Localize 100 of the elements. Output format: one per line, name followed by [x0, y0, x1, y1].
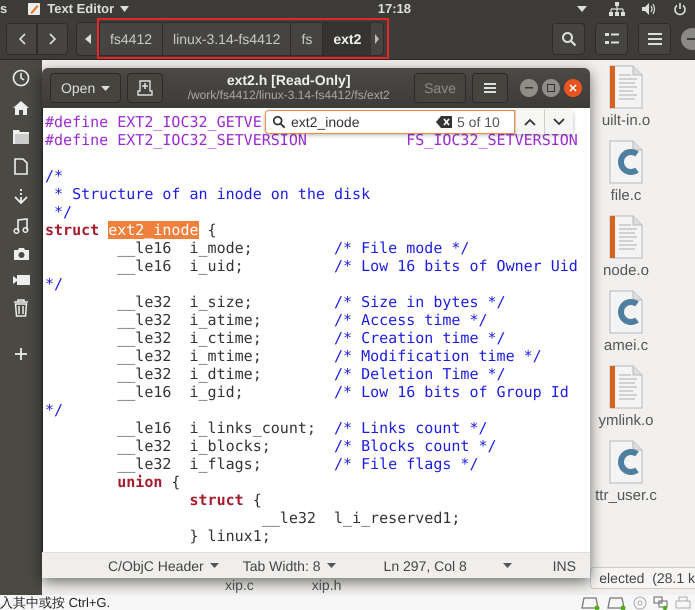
- close-button[interactable]: [564, 79, 582, 97]
- code-line: __le32 i_mtime; /* Modification time */: [116, 347, 542, 365]
- triangle-left-icon: [85, 34, 91, 44]
- menu-icon: [648, 32, 662, 44]
- text-file-icon[interactable]: [609, 65, 643, 109]
- drive-icon[interactable]: [607, 596, 627, 610]
- search-field[interactable]: ext2_inode 5 of 10: [265, 110, 515, 134]
- caret-icon: [502, 563, 512, 568]
- app-menu-label[interactable]: Text Editor: [47, 1, 114, 17]
- menu-button[interactable]: [638, 22, 671, 54]
- code-line: __le16 i_gid; /* Low 16 bits of Group Id: [116, 383, 569, 401]
- plus-icon[interactable]: [15, 348, 27, 360]
- language-dropdown[interactable]: C/ObjC Header: [108, 558, 219, 574]
- window-title: ext2.h [Read-Only]: [226, 73, 351, 88]
- previous-match-button[interactable]: [515, 110, 544, 134]
- network-icon[interactable]: [653, 596, 669, 610]
- code-line: * Structure of an inode on the disk: [53, 185, 370, 203]
- breadcrumb[interactable]: fs4412: [99, 22, 162, 54]
- code-line: */: [45, 401, 64, 419]
- camera-icon[interactable]: [12, 247, 30, 261]
- code-line: union {: [116, 473, 180, 491]
- cursor-position-dropdown[interactable]: Ln 297, Col 8: [384, 558, 512, 574]
- c-source-file-icon[interactable]: [609, 290, 643, 334]
- code-line: __le16 i_links_count; /* Links count */: [116, 419, 488, 437]
- code-line: __le16 i_uid; /* Low 16 bits of Owner Uid: [116, 257, 578, 275]
- maximize-button[interactable]: [542, 79, 560, 97]
- clock-icon[interactable]: [12, 69, 30, 87]
- code-line: __le32 i_flags; /* File flags */: [116, 455, 478, 473]
- clock[interactable]: 17:18: [378, 1, 411, 17]
- file-name[interactable]: xip.c: [225, 578, 254, 593]
- file-name[interactable]: xip.h: [312, 578, 342, 593]
- caret-icon: [120, 6, 130, 12]
- caret-icon: [577, 6, 587, 12]
- chevron-right-icon: [48, 32, 56, 44]
- video-icon[interactable]: [12, 274, 30, 286]
- text-file-icon[interactable]: [609, 215, 643, 259]
- code-line: #define EXT2_IOC32_GETVE: [45, 113, 262, 131]
- network-icon[interactable]: [609, 2, 625, 16]
- clear-icon[interactable]: [436, 116, 452, 128]
- breadcrumb[interactable]: linux-3.14-fs4412: [162, 22, 290, 54]
- volume-icon[interactable]: [641, 2, 657, 16]
- search-input[interactable]: ext2_inode: [291, 114, 431, 130]
- code-line: #define EXT2_IOC32_SETVERSION FS_IOC32_SETVERSION: [45, 131, 578, 149]
- drive-icon[interactable]: [581, 596, 601, 610]
- file-name[interactable]: uilt-in.o: [595, 112, 657, 129]
- close-icon: [569, 84, 577, 92]
- folder-icon[interactable]: [12, 129, 30, 145]
- caret-icon: [101, 86, 110, 90]
- c-source-file-icon[interactable]: [609, 440, 643, 484]
- minimize-button[interactable]: [520, 79, 538, 97]
- menu-button[interactable]: [472, 73, 508, 103]
- caret-icon: [375, 34, 380, 44]
- forward-button[interactable]: [37, 22, 68, 54]
- music-icon[interactable]: [13, 218, 29, 234]
- hint-text: 入其中或按 Ctrl+G.: [0, 595, 110, 610]
- file-name[interactable]: amei.c: [595, 337, 657, 354]
- activities-label[interactable]: s: [0, 1, 8, 17]
- download-icon[interactable]: [13, 188, 29, 205]
- chevron-left-icon: [18, 32, 26, 44]
- new-tab-button[interactable]: [127, 73, 164, 103]
- list-view-button[interactable]: [595, 22, 628, 54]
- minimize-icon: [687, 38, 695, 40]
- code-line: } linux1;: [188, 527, 271, 545]
- search-icon: [272, 115, 286, 129]
- file-path: /work/fs4412/linux-3.14-fs4412/fs/ext2: [188, 88, 390, 103]
- file-name[interactable]: node.o: [595, 262, 657, 279]
- home-icon[interactable]: [12, 100, 30, 116]
- caret-icon: [210, 563, 219, 568]
- insert-mode: INS: [552, 558, 576, 574]
- search-button[interactable]: [552, 22, 585, 54]
- list-icon: [604, 32, 618, 44]
- code-line: __le32 i_dtime; /* Deletion Time */: [116, 365, 506, 383]
- power-icon[interactable]: [673, 2, 687, 16]
- code-line: __le32 i_atime; /* Access time */: [116, 311, 488, 329]
- code-line: /*: [45, 167, 64, 185]
- document-icon[interactable]: [14, 158, 28, 175]
- tab-width-dropdown[interactable]: Tab Width: 8: [242, 558, 336, 574]
- code-line: */: [45, 275, 64, 293]
- file-name[interactable]: file.c: [595, 187, 657, 204]
- c-source-file-icon[interactable]: [609, 140, 643, 184]
- code-line: __le32 i_ctime; /* Creation time */: [116, 329, 506, 347]
- file-name[interactable]: ymlink.o: [595, 412, 657, 429]
- code-line: __le16 i_mode; /* File mode */: [116, 239, 470, 257]
- code-line: __le32 i_blocks; /* Blocks count */: [116, 437, 497, 455]
- match-count: 5 of 10: [457, 113, 500, 131]
- caret-icon: [326, 563, 336, 568]
- minimize-icon: [525, 87, 533, 89]
- pencil-icon: [27, 2, 42, 16]
- back-button[interactable]: [6, 22, 37, 54]
- new-document-icon: [137, 80, 154, 96]
- code-line: __le32 l_i_reserved1;: [260, 509, 460, 527]
- code-line: struct {: [188, 491, 262, 509]
- trash-icon[interactable]: [13, 299, 29, 317]
- breadcrumb[interactable]: ext2: [322, 22, 372, 54]
- code-line: struct ext2_inode {: [45, 221, 217, 239]
- chevron-up-icon: [524, 118, 536, 126]
- next-match-button[interactable]: [544, 110, 573, 134]
- open-button[interactable]: Open: [50, 73, 122, 103]
- text-file-icon[interactable]: [609, 365, 643, 409]
- file-name[interactable]: ttr_user.c: [595, 487, 657, 504]
